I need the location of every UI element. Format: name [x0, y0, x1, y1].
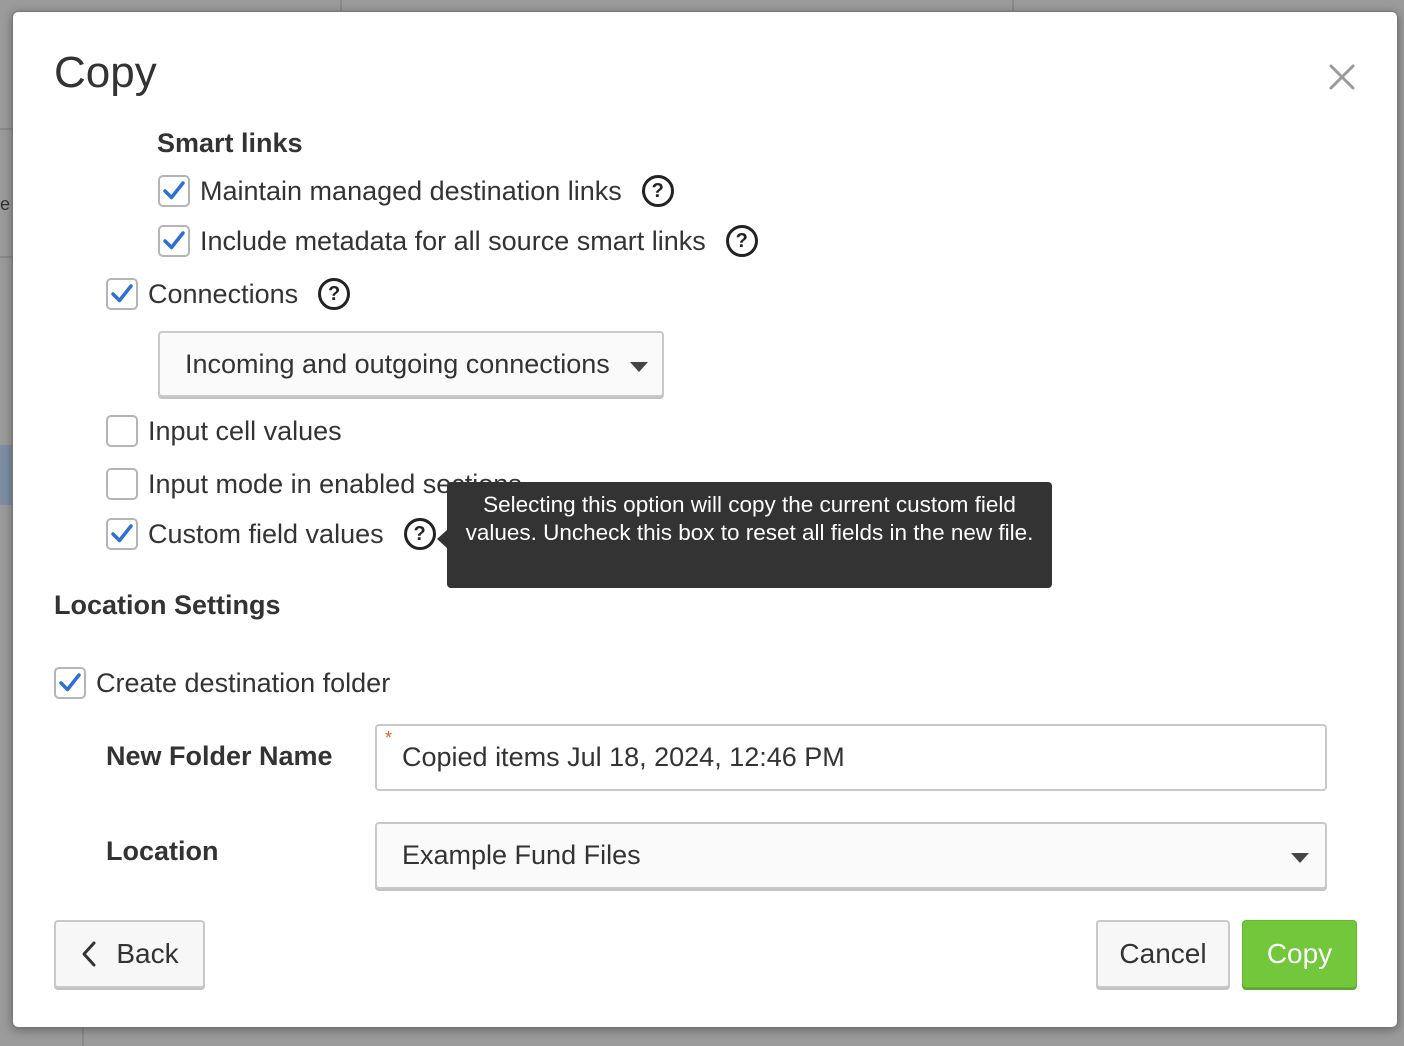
input-cell-values-checkbox[interactable] [106, 415, 138, 447]
smart-links-option-row: Maintain managed destination links ? [158, 174, 674, 208]
dialog-title: Copy [54, 48, 157, 97]
cancel-button[interactable]: Cancel [1096, 920, 1230, 988]
bg-divider [340, 0, 342, 11]
copy-button-label: Copy [1266, 938, 1333, 969]
location-select-value: Example Fund Files [402, 840, 641, 870]
input-cell-values-row: Input cell values [106, 414, 342, 448]
bg-divider [0, 256, 12, 258]
back-button-label: Back [116, 938, 179, 969]
chevron-left-icon [82, 941, 96, 967]
connections-row: Connections ? [106, 277, 351, 311]
tooltip-arrow [437, 530, 447, 548]
connections-select-value: Incoming and outgoing connections [185, 348, 610, 379]
cancel-button-label: Cancel [1119, 938, 1207, 969]
input-cell-values-label: Input cell values [148, 415, 342, 446]
back-button[interactable]: Back [54, 920, 205, 988]
question-circle-icon[interactable]: ? [641, 175, 674, 207]
connections-label: Connections [148, 278, 299, 309]
create-folder-row: Create destination folder [54, 666, 390, 700]
new-folder-name-value: Copied items Jul 18, 2024, 12:46 PM [402, 742, 845, 772]
smart-links-option-row: Include metadata for all source smart li… [158, 224, 758, 258]
copy-button[interactable]: Copy [1242, 920, 1357, 988]
maintain-links-checkbox[interactable] [158, 175, 190, 207]
bg-divider [0, 128, 12, 130]
connections-select[interactable]: Incoming and outgoing connections [158, 331, 664, 397]
bg-divider [1012, 0, 1014, 11]
custom-field-values-label: Custom field values [148, 518, 384, 549]
include-metadata-label: Include metadata for all source smart li… [200, 225, 706, 256]
question-circle-icon[interactable]: ? [318, 278, 351, 310]
bg-divider [82, 1028, 84, 1046]
new-folder-name-input[interactable]: * Copied items Jul 18, 2024, 12:46 PM [375, 724, 1327, 791]
bg-selection-band [0, 445, 12, 505]
required-marker: * [385, 728, 393, 748]
custom-field-values-checkbox[interactable] [106, 518, 138, 550]
smart-links-heading: Smart links [157, 128, 303, 158]
new-folder-name-label: New Folder Name [106, 741, 333, 771]
connections-checkbox[interactable] [106, 278, 138, 310]
create-folder-label: Create destination folder [96, 667, 391, 698]
location-settings-heading: Location Settings [54, 590, 281, 620]
location-select[interactable]: Example Fund Files [375, 822, 1327, 889]
bg-text-fragment: e [0, 194, 11, 214]
custom-field-values-row: Custom field values ? [106, 517, 436, 551]
custom-field-tooltip: Selecting this option will copy the curr… [447, 482, 1052, 588]
create-folder-checkbox[interactable] [54, 667, 86, 699]
location-label: Location [106, 836, 219, 866]
question-circle-icon[interactable]: ? [725, 225, 758, 257]
chevron-down-icon [1291, 853, 1309, 863]
chevron-down-icon [630, 362, 648, 372]
question-circle-icon[interactable]: ? [403, 518, 436, 550]
maintain-links-label: Maintain managed destination links [200, 175, 622, 206]
input-mode-checkbox[interactable] [106, 468, 138, 500]
close-icon[interactable] [1327, 62, 1357, 92]
copy-dialog: Copy Smart links Maintain managed destin… [12, 11, 1398, 1028]
include-metadata-checkbox[interactable] [158, 225, 190, 257]
